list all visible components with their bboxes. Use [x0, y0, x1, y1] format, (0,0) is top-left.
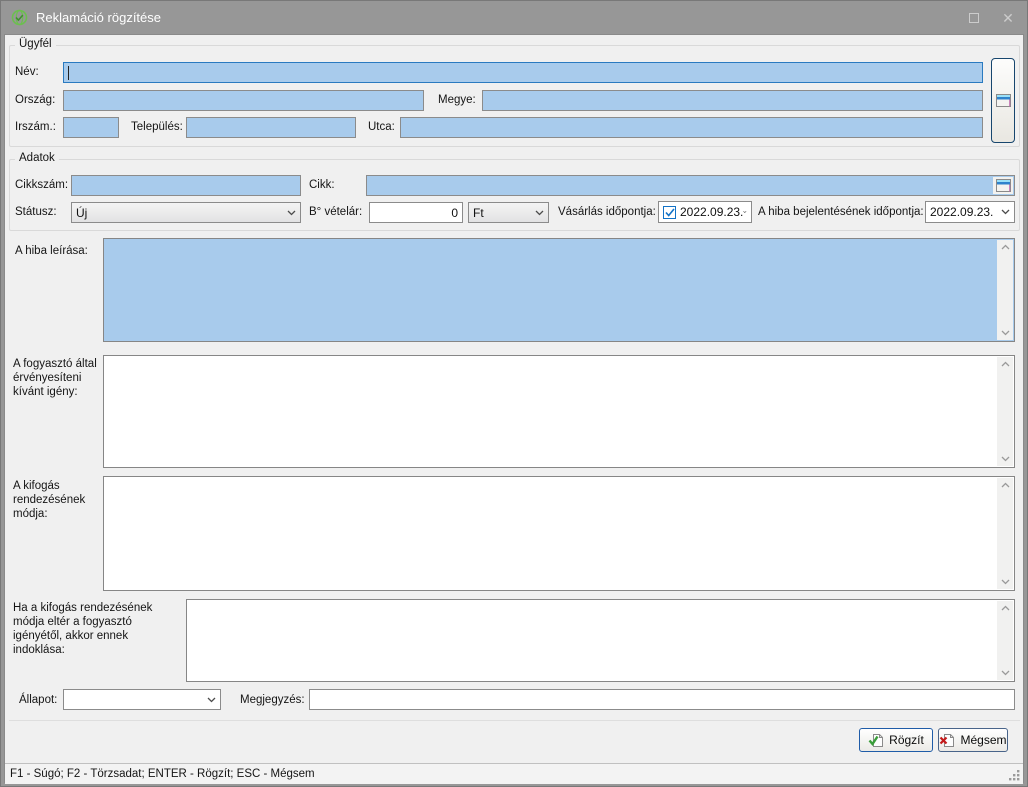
report-date-value: 2022.09.23.: [930, 205, 993, 219]
chevron-down-icon: [287, 210, 296, 216]
city-field[interactable]: [186, 117, 356, 138]
zip-label: Irszám.:: [15, 120, 56, 134]
item-number-field[interactable]: [71, 175, 301, 196]
window-form-icon: [996, 94, 1011, 107]
city-label: Település:: [131, 120, 183, 134]
name-field[interactable]: [63, 62, 983, 83]
defect-description-scrollbar[interactable]: [997, 240, 1013, 340]
data-group-title: Adatok: [15, 152, 59, 164]
window-title: Reklamáció rögzítése: [36, 10, 161, 25]
settlement-method-label: A kifogás rendezésének módja:: [13, 479, 103, 521]
deviation-reason-scrollbar[interactable]: [997, 601, 1013, 680]
cancel-button[interactable]: Mégsem: [938, 728, 1008, 752]
scroll-up-icon: [1001, 482, 1010, 488]
county-label: Megye:: [438, 93, 476, 107]
customer-group-title: Ügyfél: [15, 38, 56, 50]
window-controls: ✕: [957, 1, 1025, 34]
report-date-label: A hiba bejelentésének időpontja:: [758, 205, 924, 219]
maximize-icon: [969, 13, 979, 23]
checkmark-icon: [665, 208, 675, 217]
consumer-claim-label: A fogyasztó által érvényesíteni kívánt i…: [13, 357, 103, 399]
chevron-down-icon: [535, 210, 544, 216]
comment-field[interactable]: [309, 689, 1015, 710]
deviation-reason-label: Ha a kifogás rendezésének módja eltér a …: [13, 601, 183, 657]
close-button[interactable]: ✕: [991, 1, 1025, 34]
purchase-date-value: 2022.09.23.: [680, 205, 743, 219]
gross-price-value: 0: [451, 206, 458, 220]
status-dropdown[interactable]: Új: [71, 202, 301, 223]
save-document-check-icon: [868, 733, 884, 748]
chevron-down-icon: [743, 209, 747, 215]
name-label: Név:: [15, 65, 39, 79]
status-bar-text: F1 - Súgó; F2 - Törzsadat; ENTER - Rögzí…: [10, 768, 315, 780]
purchase-date-label: Vásárlás időpontja:: [558, 205, 656, 219]
maximize-button[interactable]: [957, 1, 991, 34]
scroll-down-icon: [1001, 456, 1010, 462]
gross-price-label: B° vételár:: [309, 205, 362, 219]
customer-lookup-button[interactable]: [991, 58, 1015, 143]
street-field[interactable]: [400, 117, 983, 138]
save-button[interactable]: Rögzít: [859, 728, 933, 752]
scroll-up-icon: [1001, 244, 1010, 250]
county-field[interactable]: [482, 90, 983, 111]
country-label: Ország:: [15, 93, 55, 107]
zip-field[interactable]: [63, 117, 119, 138]
purchase-date-picker[interactable]: 2022.09.23.: [658, 201, 752, 223]
separator-line: [9, 720, 1020, 721]
defect-description-textarea[interactable]: [103, 238, 1015, 342]
close-icon: ✕: [1002, 11, 1014, 25]
status-value: Új: [76, 206, 87, 220]
consumer-claim-textarea[interactable]: [103, 355, 1015, 468]
comment-label: Megjegyzés:: [240, 693, 305, 707]
item-lookup-button[interactable]: [993, 177, 1013, 194]
cancel-document-x-icon: [939, 733, 955, 748]
consumer-claim-scrollbar[interactable]: [997, 357, 1013, 466]
titlebar[interactable]: Reklamáció rögzítése ✕: [1, 1, 1027, 34]
scroll-down-icon: [1001, 579, 1010, 585]
settlement-method-textarea[interactable]: [103, 476, 1015, 591]
scroll-up-icon: [1001, 361, 1010, 367]
app-icon: [10, 9, 28, 27]
currency-dropdown[interactable]: Ft: [468, 202, 549, 223]
state-label: Állapot:: [19, 693, 57, 707]
gross-price-field[interactable]: 0: [369, 202, 463, 223]
status-bar: F1 - Súgó; F2 - Törzsadat; ENTER - Rögzí…: [5, 763, 1023, 784]
defect-description-label: A hiba leírása:: [15, 244, 88, 258]
item-label: Cikk:: [309, 178, 335, 192]
currency-value: Ft: [473, 206, 484, 220]
scroll-down-icon: [1001, 330, 1010, 336]
dialog-window: Reklamáció rögzítése ✕ Ügyfél Név: Orszá…: [0, 0, 1028, 787]
status-label: Státusz:: [15, 205, 57, 219]
scroll-down-icon: [1001, 670, 1010, 676]
purchase-date-checkbox[interactable]: [663, 206, 676, 219]
state-dropdown[interactable]: [63, 689, 221, 710]
chevron-down-icon: [1001, 209, 1010, 215]
window-form-icon: [996, 179, 1011, 192]
street-label: Utca:: [368, 120, 395, 134]
text-caret: [68, 66, 69, 80]
country-field[interactable]: [63, 90, 424, 111]
cancel-button-label: Mégsem: [960, 733, 1006, 747]
item-field[interactable]: [366, 175, 1015, 196]
chevron-down-icon: [207, 697, 216, 703]
scroll-up-icon: [1001, 605, 1010, 611]
deviation-reason-textarea[interactable]: [186, 599, 1015, 682]
settlement-method-scrollbar[interactable]: [997, 478, 1013, 589]
report-date-picker[interactable]: 2022.09.23.: [925, 201, 1015, 223]
resize-grip[interactable]: [1009, 770, 1021, 782]
save-button-label: Rögzít: [889, 733, 924, 747]
item-number-label: Cikkszám:: [15, 178, 68, 192]
